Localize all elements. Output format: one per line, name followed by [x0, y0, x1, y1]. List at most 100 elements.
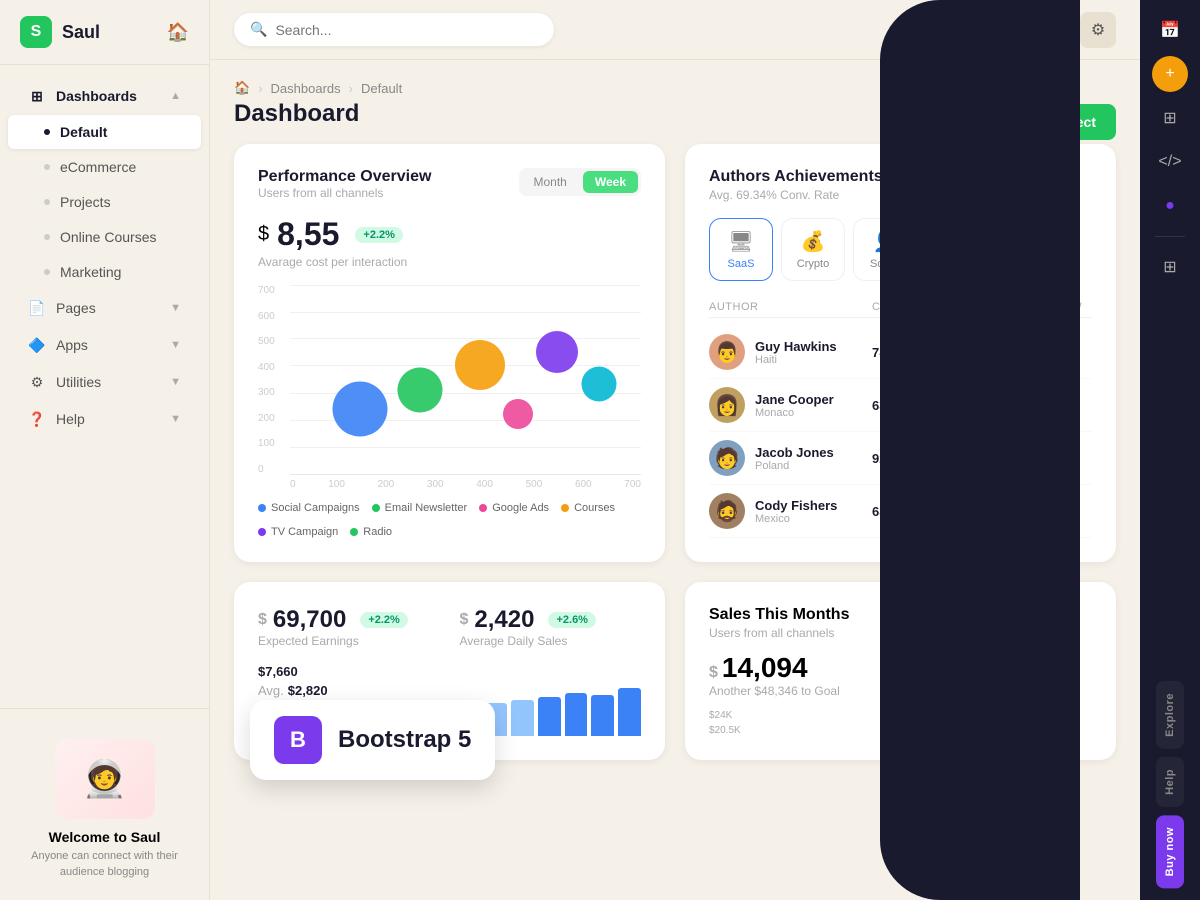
y-label: 700	[258, 285, 290, 296]
y-label: 200	[258, 413, 290, 424]
menu-button[interactable]: ☰	[984, 12, 1020, 48]
sidebar-item-apps[interactable]: 🔷 Apps ▼	[8, 327, 201, 363]
bubble-radio	[581, 366, 616, 401]
search-box[interactable]: 🔍	[234, 13, 554, 46]
search-icon: 🔍	[250, 21, 267, 38]
metric-badge: +2.2%	[355, 227, 403, 243]
author-row: 🧔 Cody Fishers Mexico 63.08% →	[709, 485, 1092, 538]
sidebar-item-utilities[interactable]: ⚙ Utilities ▼	[8, 364, 201, 400]
author-row: 👩 Jane Cooper Monaco 63.83% →	[709, 379, 1092, 432]
create-project-button[interactable]: Create Project	[981, 104, 1116, 140]
pages-icon: 📄	[28, 299, 46, 317]
sidebar-item-help[interactable]: ❓ Help ▼	[8, 401, 201, 437]
code-icon[interactable]: </>	[1152, 144, 1188, 180]
explore-button[interactable]: Explore	[1156, 681, 1184, 749]
view-button[interactable]: →	[1052, 340, 1076, 364]
sidebar-item-projects[interactable]: Projects	[8, 185, 201, 219]
legend-dot	[479, 504, 487, 512]
bubble-email	[397, 367, 442, 412]
daily-sales: $ 2,420 +2.6% Average Daily Sales	[460, 606, 642, 648]
authors-sub: Avg. 69.34% Conv. Rate	[709, 188, 1092, 202]
person-icon[interactable]: ●	[1152, 188, 1188, 224]
view-button[interactable]: →	[1052, 446, 1076, 470]
metric-label: Avarage cost per interaction	[258, 255, 641, 269]
cat-tab-saas[interactable]: 🖥 SaaS	[709, 218, 773, 281]
x-label: 400	[476, 479, 493, 490]
grid-icon[interactable]: ⊞	[1152, 100, 1188, 136]
cat-tab-crypto[interactable]: 💰 Crypto	[781, 218, 845, 281]
help-icon: ❓	[28, 410, 46, 428]
category-tabs: 🖥 SaaS 💰 Crypto 👤 Social 📱 Mobile	[709, 218, 1092, 281]
search-input[interactable]	[275, 22, 538, 38]
menu-icon[interactable]: ⊞	[1152, 249, 1188, 285]
legend-email: Email Newsletter	[372, 502, 468, 514]
x-label: 500	[526, 479, 543, 490]
sidebar-item-default[interactable]: Default	[8, 115, 201, 149]
bubble-ads	[455, 340, 505, 390]
legend-google: Google Ads	[479, 502, 549, 514]
dot-icon	[44, 164, 50, 170]
sidebar-item-dashboards[interactable]: ⊞ Dashboards ▲	[8, 78, 201, 114]
topbar-right: 🔔 ☰ ⚙	[936, 12, 1116, 48]
daily-label: Average Daily Sales	[460, 634, 642, 648]
bar	[591, 695, 614, 736]
help-button[interactable]: Help	[1156, 757, 1184, 807]
user-avatar[interactable]	[1032, 12, 1068, 48]
sidebar-item-ecommerce[interactable]: eCommerce	[8, 150, 201, 184]
stat-item: $7,660	[258, 664, 442, 679]
cat-tab-social[interactable]: 👤 Social	[853, 218, 917, 281]
view-button[interactable]: →	[1052, 393, 1076, 417]
sidebar-item-marketing[interactable]: Marketing	[8, 255, 201, 289]
x-label: 300	[427, 479, 444, 490]
cat-tab-mobile[interactable]: 📱 Mobile	[925, 218, 989, 281]
mini-chart-svg	[952, 393, 1012, 417]
x-axis: 0 100 200 300 400 500 600 700	[290, 479, 641, 490]
utilities-icon: ⚙	[28, 373, 46, 391]
sidebar-item-pages[interactable]: 📄 Pages ▼	[8, 290, 201, 326]
author-avatar: 🧑	[709, 440, 745, 476]
legend-dot	[350, 528, 358, 536]
calendar-icon[interactable]: 📅	[1152, 12, 1188, 48]
sales-chart: $24K	[709, 710, 1092, 721]
active-dot	[44, 129, 50, 135]
view-button[interactable]: →	[1052, 499, 1076, 523]
chart-container: 700 600 500 400 300 200 100 0	[258, 285, 641, 475]
earnings-row: $ 69,700 +2.2% Expected Earnings $ 2,420…	[258, 606, 641, 648]
author-avatar: 👨	[709, 334, 745, 370]
tab-month[interactable]: Month	[522, 171, 579, 193]
dot-icon	[44, 269, 50, 275]
crypto-icon: 💰	[801, 229, 826, 254]
author-chart	[952, 446, 1052, 470]
tab-week[interactable]: Week	[583, 171, 638, 193]
others-icon: ✈	[1021, 229, 1038, 254]
y-axis: 700 600 500 400 300 200 100 0	[258, 285, 290, 475]
notifications-button[interactable]: 🔔	[936, 12, 972, 48]
sidebar-item-online-courses[interactable]: Online Courses	[8, 220, 201, 254]
settings-button[interactable]: ⚙	[1080, 12, 1116, 48]
cat-tab-others[interactable]: ✈ Others	[997, 218, 1061, 281]
welcome-title: Welcome to Saul	[20, 829, 189, 845]
bar	[618, 688, 641, 736]
author-row: 🧑 Jacob Jones Poland 92.56% →	[709, 432, 1092, 485]
bubble-social	[333, 381, 388, 436]
bootstrap-badge: B Bootstrap 5	[250, 700, 495, 780]
legend-tv: TV Campaign	[258, 526, 338, 538]
breadcrumb-dashboards[interactable]: Dashboards	[271, 81, 341, 96]
buy-button[interactable]: Buy now	[1156, 815, 1184, 888]
dollar-sign: $	[460, 611, 469, 629]
y-label: 400	[258, 362, 290, 373]
mini-chart-svg	[952, 340, 1012, 364]
home-icon[interactable]: 🏠	[234, 80, 250, 96]
chevron-icon: ▼	[170, 413, 181, 425]
authors-card: Authors Achievements Avg. 69.34% Conv. R…	[685, 144, 1116, 562]
breadcrumb-current: Default	[361, 81, 402, 96]
author-chart	[952, 393, 1052, 417]
y-label: $24K	[709, 710, 732, 721]
sales-sub: Users from all channels	[709, 626, 1092, 640]
back-icon[interactable]: 🏠	[167, 22, 189, 43]
plus-icon[interactable]: +	[1152, 56, 1188, 92]
dot-icon	[44, 234, 50, 240]
author-row: 👨 Guy Hawkins Haiti 78.34% →	[709, 326, 1092, 379]
page-title: Dashboard	[234, 100, 359, 128]
x-label: 100	[328, 479, 345, 490]
